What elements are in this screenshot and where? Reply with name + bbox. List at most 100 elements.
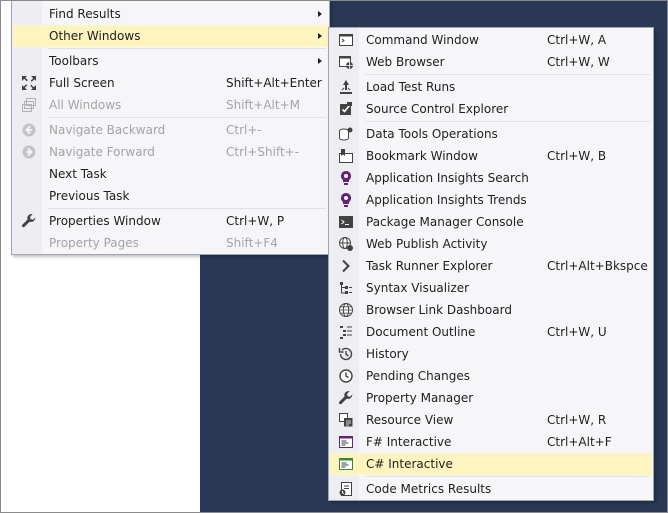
menu-item-label: Web Browser	[366, 55, 445, 69]
menu-item-pending-changes[interactable]: Pending Changes	[330, 365, 652, 387]
chevron-right-icon	[338, 258, 354, 274]
wrench-icon	[338, 390, 354, 406]
menu-item-load-test-runs[interactable]: Load Test Runs	[330, 76, 652, 98]
menu-item-label: Task Runner Explorer	[366, 259, 493, 273]
menu-item-shortcut: Shift+F4	[226, 236, 278, 250]
all-windows-icon	[21, 97, 37, 113]
lightbulb-icon	[338, 192, 354, 208]
menu-item-label: All Windows	[49, 98, 122, 112]
menu-item-shortcut: Ctrl+W, B	[547, 149, 607, 163]
history-icon	[338, 346, 354, 362]
menu-item-source-control-explorer[interactable]: Source Control Explorer	[330, 98, 652, 120]
menu-separator	[365, 476, 650, 477]
menu-item-label: History	[366, 347, 409, 361]
menu-item-label: Pending Changes	[366, 369, 470, 383]
menu-item-application-insights-trends[interactable]: Application Insights Trends	[330, 189, 652, 211]
menu-item-shortcut: Ctrl+Shift+-	[226, 145, 300, 159]
menu-item-label: Navigate Backward	[49, 123, 166, 137]
menu-item-resource-view[interactable]: Resource View Ctrl+W, R	[330, 409, 652, 431]
submenu-arrow-icon	[318, 11, 322, 17]
menu-item-property-manager[interactable]: Property Manager	[330, 387, 652, 409]
other-windows-submenu: Command Window Ctrl+W, A Web Browser Ctr…	[328, 27, 654, 501]
tree-icon	[338, 280, 354, 296]
full-screen-icon	[21, 75, 37, 91]
menu-separator	[48, 117, 326, 118]
menu-item-label: Previous Task	[49, 189, 130, 203]
menu-item-label: Toolbars	[49, 54, 99, 68]
menu-separator	[365, 121, 650, 122]
menu-item-label: Source Control Explorer	[366, 102, 509, 116]
menu-item-package-manager-console[interactable]: Package Manager Console	[330, 211, 652, 233]
menu-separator	[48, 208, 326, 209]
menu-item-shortcut: Ctrl+W, P	[226, 214, 285, 228]
menu-item-task-runner-explorer[interactable]: Task Runner Explorer Ctrl+Alt+Bkspce	[330, 255, 652, 277]
menu-item-shortcut: Ctrl+Alt+Bkspce	[547, 259, 648, 273]
menu-separator	[365, 74, 650, 75]
menu-separator	[48, 48, 326, 49]
menu-item-properties-window[interactable]: Properties Window Ctrl+W, P	[13, 210, 328, 232]
menu-item-label: Property Pages	[49, 236, 139, 250]
menu-item-label: Other Windows	[49, 29, 141, 43]
menu-item-csharp-interactive[interactable]: C# Interactive	[330, 453, 652, 475]
menu-item-other-windows[interactable]: Other Windows	[13, 25, 328, 47]
fsharp-interactive-icon	[338, 434, 354, 450]
menu-item-navigate-forward: Navigate Forward Ctrl+Shift+-	[13, 141, 328, 163]
menu-item-find-results[interactable]: Find Results	[13, 3, 328, 25]
navigate-forward-icon	[21, 144, 37, 160]
submenu-arrow-icon	[318, 33, 322, 39]
clock-icon	[338, 368, 354, 384]
menu-item-label: Web Publish Activity	[366, 237, 488, 251]
menu-item-label: Bookmark Window	[366, 149, 478, 163]
menu-item-web-browser[interactable]: Web Browser Ctrl+W, W	[330, 51, 652, 73]
menu-item-label: Property Manager	[366, 391, 474, 405]
menu-item-data-tools-operations[interactable]: Data Tools Operations	[330, 123, 652, 145]
menu-item-toolbars[interactable]: Toolbars	[13, 50, 328, 72]
menu-item-label: F# Interactive	[366, 435, 452, 449]
menu-item-label: Navigate Forward	[49, 145, 155, 159]
menu-item-shortcut: Ctrl+Alt+F	[547, 435, 612, 449]
resource-view-icon	[338, 412, 354, 428]
menu-item-web-publish-activity[interactable]: Web Publish Activity	[330, 233, 652, 255]
globe-icon	[338, 302, 354, 318]
menu-item-command-window[interactable]: Command Window Ctrl+W, A	[330, 29, 652, 51]
bookmark-icon	[338, 148, 354, 164]
globe-gear-icon	[338, 236, 354, 252]
menu-item-browser-link-dashboard[interactable]: Browser Link Dashboard	[330, 299, 652, 321]
data-tools-icon	[338, 126, 354, 142]
menu-item-history[interactable]: History	[330, 343, 652, 365]
menu-item-fsharp-interactive[interactable]: F# Interactive Ctrl+Alt+F	[330, 431, 652, 453]
menu-item-document-outline[interactable]: Document Outline Ctrl+W, U	[330, 321, 652, 343]
menu-item-application-insights-search[interactable]: Application Insights Search	[330, 167, 652, 189]
menu-item-shortcut: Shift+Alt+M	[226, 98, 300, 112]
menu-item-shortcut: Ctrl+W, A	[547, 33, 607, 47]
menu-item-shortcut: Ctrl+W, W	[547, 55, 610, 69]
menu-item-shortcut: Shift+Alt+Enter	[226, 76, 322, 90]
menu-item-label: Next Task	[49, 167, 107, 181]
menu-item-label: Command Window	[366, 33, 479, 47]
menu-item-property-pages: Property Pages Shift+F4	[13, 232, 328, 254]
outline-icon	[338, 324, 354, 340]
menu-item-all-windows: All Windows Shift+Alt+M	[13, 94, 328, 116]
wrench-icon	[21, 213, 37, 229]
console-icon	[338, 214, 354, 230]
menu-item-shortcut: Ctrl+-	[226, 123, 262, 137]
menu-item-bookmark-window[interactable]: Bookmark Window Ctrl+W, B	[330, 145, 652, 167]
menu-item-label: Find Results	[49, 7, 121, 21]
menu-item-label: Package Manager Console	[366, 215, 524, 229]
source-control-icon	[338, 101, 354, 117]
load-test-runs-icon	[338, 79, 354, 95]
menu-item-label: Code Metrics Results	[366, 482, 492, 496]
menu-item-label: Load Test Runs	[366, 80, 456, 94]
menu-item-shortcut: Ctrl+W, U	[547, 325, 607, 339]
menu-item-syntax-visualizer[interactable]: Syntax Visualizer	[330, 277, 652, 299]
navigate-backward-icon	[21, 122, 37, 138]
lightbulb-icon	[338, 170, 354, 186]
menu-item-next-task[interactable]: Next Task	[13, 163, 328, 185]
web-browser-icon	[338, 54, 354, 70]
menu-item-previous-task[interactable]: Previous Task	[13, 185, 328, 207]
menu-item-label: Document Outline	[366, 325, 476, 339]
menu-item-full-screen[interactable]: Full Screen Shift+Alt+Enter	[13, 72, 328, 94]
menu-item-label: Application Insights Trends	[366, 193, 527, 207]
menu-item-navigate-backward: Navigate Backward Ctrl+-	[13, 119, 328, 141]
menu-item-code-metrics-results[interactable]: Code Metrics Results	[330, 478, 652, 500]
